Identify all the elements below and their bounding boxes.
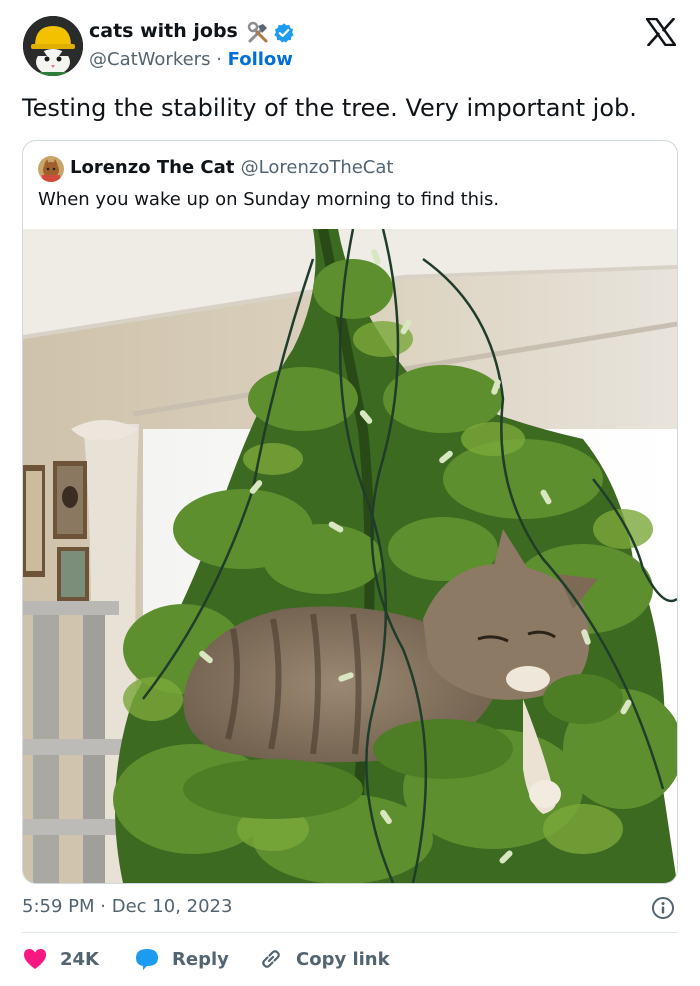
quote-author-line: Lorenzo The Cat @LorenzoTheCat <box>70 157 393 178</box>
hammer-wrench-icon <box>247 21 268 43</box>
tweet-embed-card: cats with jobs @CatWorkers · Follow Test… <box>0 0 700 986</box>
x-logo-icon[interactable] <box>646 18 676 46</box>
quote-author-handle[interactable]: @LorenzoTheCat <box>241 157 394 178</box>
author-avatar[interactable] <box>23 16 83 76</box>
info-icon[interactable] <box>651 896 675 920</box>
copy-link-button[interactable]: Copy link <box>258 944 390 974</box>
follow-link[interactable]: Follow <box>228 49 293 70</box>
tweet-time: 5:59 PM <box>22 896 95 917</box>
actions-divider <box>22 932 678 933</box>
quote-author-avatar[interactable] <box>38 156 64 182</box>
copy-link-label: Copy link <box>296 948 390 970</box>
cat-avatar-image <box>38 156 64 182</box>
author-handle-line: @CatWorkers · Follow <box>89 49 293 70</box>
link-icon <box>262 950 280 968</box>
quoted-tweet[interactable]: Lorenzo The Cat @LorenzoTheCat When you … <box>22 140 678 884</box>
handle-separator: · <box>216 49 222 70</box>
reply-button[interactable]: Reply <box>134 944 229 974</box>
like-count: 24K <box>60 948 99 970</box>
quote-author-name[interactable]: Lorenzo The Cat <box>70 157 234 178</box>
author-handle[interactable]: @CatWorkers <box>89 49 210 70</box>
reply-bubble-icon <box>136 949 158 970</box>
tweet-text: Testing the stability of the tree. Very … <box>22 94 637 122</box>
timestamp-separator: · <box>100 896 106 917</box>
tweet-date: Dec 10, 2023 <box>111 896 233 917</box>
cat-in-christmas-tree-photo[interactable] <box>23 229 677 883</box>
verified-badge-icon <box>274 23 294 43</box>
reply-label: Reply <box>172 948 229 970</box>
author-name[interactable]: cats with jobs <box>89 20 238 42</box>
heart-icon <box>24 949 46 969</box>
tweet-timestamp[interactable]: 5:59 PM · Dec 10, 2023 <box>22 896 232 917</box>
quote-text: When you wake up on Sunday morning to fi… <box>38 189 500 210</box>
like-button[interactable]: 24K <box>22 944 99 974</box>
cat-hardhat-avatar-image <box>23 16 83 76</box>
